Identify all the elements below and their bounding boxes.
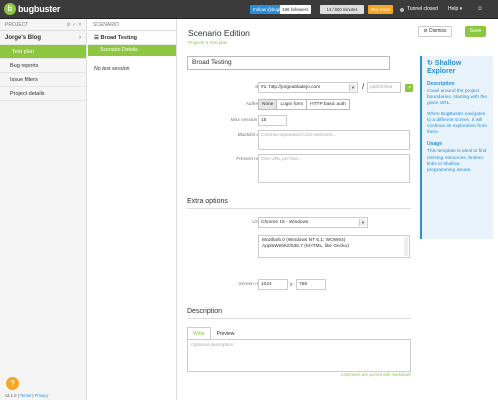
followers-count: 186 followers bbox=[280, 5, 311, 14]
scenario-sidebar: SCENARIO ☰ Broad Testing Scenario Detail… bbox=[88, 19, 177, 400]
sidebar-item-bug-reports[interactable]: Bug reports bbox=[0, 59, 86, 73]
auth-http-basic-option[interactable]: HTTP basic auth bbox=[307, 100, 349, 109]
help-panel: ↻ Shallow Explorer Description Crawl aro… bbox=[420, 56, 493, 239]
user-agent-string[interactable]: Mozilla/5.0 (Windows NT 6.1; WOW64) Appl… bbox=[258, 235, 410, 258]
project-header: PROJECT ⚙ ✓ ✕ bbox=[0, 19, 86, 31]
auth-login-form-option[interactable]: Login form bbox=[277, 100, 308, 109]
user-agent-select[interactable]: Chrome 16 - Windows ▼ bbox=[258, 217, 368, 228]
project-tools-icon[interactable]: ⚙ ✓ ✕ bbox=[66, 19, 82, 31]
description-heading: Description bbox=[187, 308, 223, 315]
resolution-width-input[interactable]: 1024 bbox=[258, 279, 288, 290]
main-content: Scenario Edition Projects > Test plan ⊘ … bbox=[178, 19, 486, 400]
scrollbar[interactable] bbox=[404, 237, 408, 256]
close-icon: ⊘ bbox=[423, 28, 428, 34]
project-name-label: Jorge's Blog bbox=[5, 35, 42, 41]
blacklist-placeholder: Comma-separated CSS selectors... bbox=[261, 133, 337, 138]
auth-segmented-control: None Login form HTTP basic auth bbox=[258, 99, 350, 110]
project-header-label: PROJECT bbox=[5, 22, 29, 28]
description-placeholder: Optional description bbox=[191, 343, 234, 348]
resolution-separator: x bbox=[290, 282, 293, 288]
help-description-heading: Description bbox=[427, 81, 455, 87]
page-title: Scenario Edition bbox=[188, 28, 250, 38]
start-url-select[interactable]: #1: http://jorgeabladejo.com ▼ bbox=[258, 82, 358, 93]
breadcrumb-projects[interactable]: Projects bbox=[188, 40, 204, 45]
sidebar-item-project-details[interactable]: Project details bbox=[0, 87, 86, 101]
prevent-nav-placeholder: One URL per line... bbox=[261, 157, 302, 162]
auth-none-option[interactable]: None bbox=[259, 100, 278, 109]
user-icon[interactable]: ☺ bbox=[477, 5, 483, 14]
user-agent-value: Chrome 16 - Windows bbox=[261, 220, 309, 225]
logo[interactable]: b bugbuster bbox=[4, 3, 60, 15]
scenario-details-item[interactable]: Scenario Details bbox=[88, 45, 176, 56]
help-bubble-icon[interactable]: ? bbox=[6, 377, 19, 390]
privacy-link[interactable]: Privacy bbox=[35, 393, 49, 398]
help-panel-title: ↻ Shallow Explorer bbox=[427, 60, 488, 76]
help-menu[interactable]: Help ▾ bbox=[448, 5, 462, 14]
start-url-value: #1: http://jorgeabladejo.com bbox=[261, 85, 321, 90]
help-paragraph: When BugBuster navigates to a different … bbox=[427, 111, 487, 136]
scenario-name-label: Broad Testing bbox=[100, 35, 138, 41]
project-name[interactable]: Jorge's Blog › bbox=[0, 31, 86, 45]
chevron-right-icon: › bbox=[79, 35, 81, 41]
save-button[interactable]: Save bbox=[465, 26, 486, 37]
version-label: v2.1.0 bbox=[5, 393, 17, 398]
bug-logo-icon: b bbox=[4, 3, 16, 15]
ua-line-2: AppleWebKit/535.7 (KHTML, like Gecko) bbox=[262, 244, 349, 249]
breadcrumb-test-plan[interactable]: Test plan bbox=[209, 40, 227, 45]
help-paragraph: Crawl around the project boundaries, sta… bbox=[427, 89, 487, 107]
help-paragraph: This template is ideal to find missing r… bbox=[427, 149, 487, 174]
divider bbox=[187, 318, 411, 319]
list-icon: ☰ bbox=[94, 35, 99, 41]
logo-text: bugbuster bbox=[18, 4, 61, 14]
blacklist-textarea[interactable]: Comma-separated CSS selectors... bbox=[258, 130, 410, 150]
help-panel-title-text: Shallow Explorer bbox=[427, 60, 462, 75]
no-test-session: No test session bbox=[94, 66, 130, 72]
prevent-nav-textarea[interactable]: One URL per line... bbox=[258, 154, 410, 183]
divider bbox=[187, 208, 411, 209]
chevron-down-icon: ▼ bbox=[359, 219, 366, 226]
tunnel-label: Tunnel closed bbox=[407, 6, 438, 12]
tunnel-status[interactable]: Tunnel closed bbox=[400, 5, 438, 14]
dismiss-button[interactable]: ⊘ Dismiss bbox=[418, 26, 452, 37]
path-input[interactable]: path/to/sta bbox=[367, 82, 401, 93]
path-placeholder: path/to/sta bbox=[370, 85, 393, 90]
resolution-height-input[interactable]: 768 bbox=[296, 279, 326, 290]
buy-more-button[interactable]: Buy more bbox=[368, 5, 394, 14]
sidebar-item-issue-filters[interactable]: Issue filters bbox=[0, 73, 86, 87]
breadcrumb-separator: > bbox=[205, 40, 209, 45]
terms-link[interactable]: Terms bbox=[20, 393, 31, 398]
breadcrumb: Projects > Test plan bbox=[188, 40, 227, 45]
scenario-name-input[interactable]: Broad Testing bbox=[187, 56, 390, 70]
max-duration-input[interactable]: 15 bbox=[258, 115, 287, 126]
version-info: v2.1.0 | Terms | Privacy bbox=[5, 393, 49, 398]
top-bar: b bugbuster Follow @bugbuster 186 follow… bbox=[0, 0, 498, 19]
extra-options-heading: Extra options bbox=[187, 198, 228, 205]
description-textarea[interactable]: Optional description bbox=[187, 339, 411, 372]
help-usage-heading: Usage bbox=[427, 141, 443, 148]
refresh-icon: ↻ bbox=[427, 60, 433, 67]
scenario-header: SCENARIO bbox=[88, 19, 176, 31]
scenario-name[interactable]: ☰ Broad Testing bbox=[88, 31, 176, 45]
sidebar-footer: ? v2.1.0 | Terms | Privacy bbox=[0, 370, 87, 400]
path-separator: / bbox=[362, 82, 365, 91]
external-link-icon[interactable]: ↗ bbox=[405, 84, 413, 92]
status-dot-icon bbox=[400, 7, 404, 12]
project-sidebar: PROJECT ⚙ ✓ ✕ Jorge's Blog › Test plan B… bbox=[0, 19, 87, 400]
sidebar-item-test-plan[interactable]: Test plan bbox=[0, 45, 86, 59]
minutes-usage: 14 / 600 minutes bbox=[320, 5, 364, 14]
chevron-down-icon: ▼ bbox=[349, 84, 356, 91]
dismiss-label: Dismiss bbox=[429, 28, 447, 34]
markdown-note: Comments are parsed with markdown bbox=[340, 372, 411, 377]
